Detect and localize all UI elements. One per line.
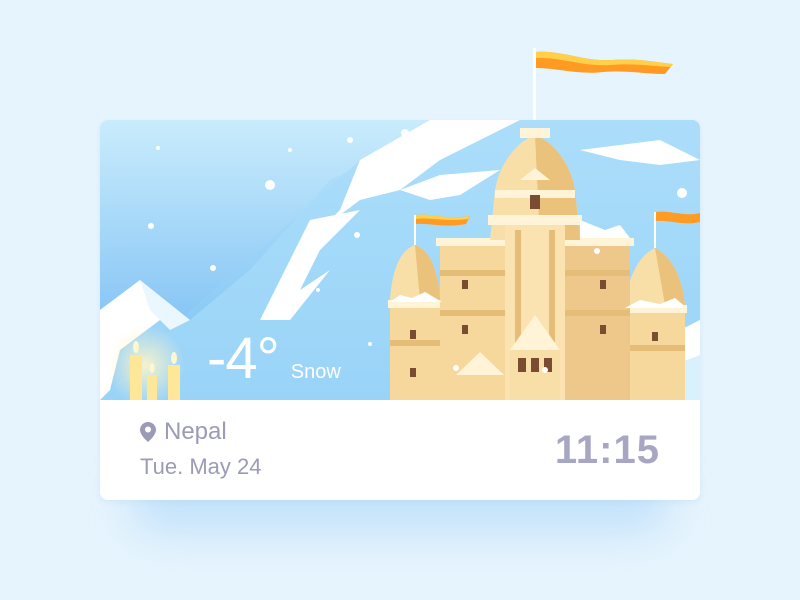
temperature-block: -4° Snow xyxy=(207,330,341,388)
temperature-value: -4° xyxy=(207,326,280,391)
date-text: Tue. May 24 xyxy=(140,454,262,479)
stage: -4° Snow Nepal Tue. May 24 11:15 xyxy=(0,0,800,600)
location[interactable]: Nepal xyxy=(140,418,227,446)
weather-card[interactable]: -4° Snow Nepal Tue. May 24 11:15 xyxy=(100,120,700,500)
location-name: Nepal xyxy=(164,418,227,445)
scene-illustration: -4° Snow xyxy=(100,120,700,400)
map-pin-icon xyxy=(140,422,156,442)
info-panel: Nepal Tue. May 24 11:15 xyxy=(100,400,700,500)
weather-condition: Snow xyxy=(290,361,341,383)
time-display: 11:15 xyxy=(554,428,660,472)
nepal-temple-illustration xyxy=(100,120,700,400)
